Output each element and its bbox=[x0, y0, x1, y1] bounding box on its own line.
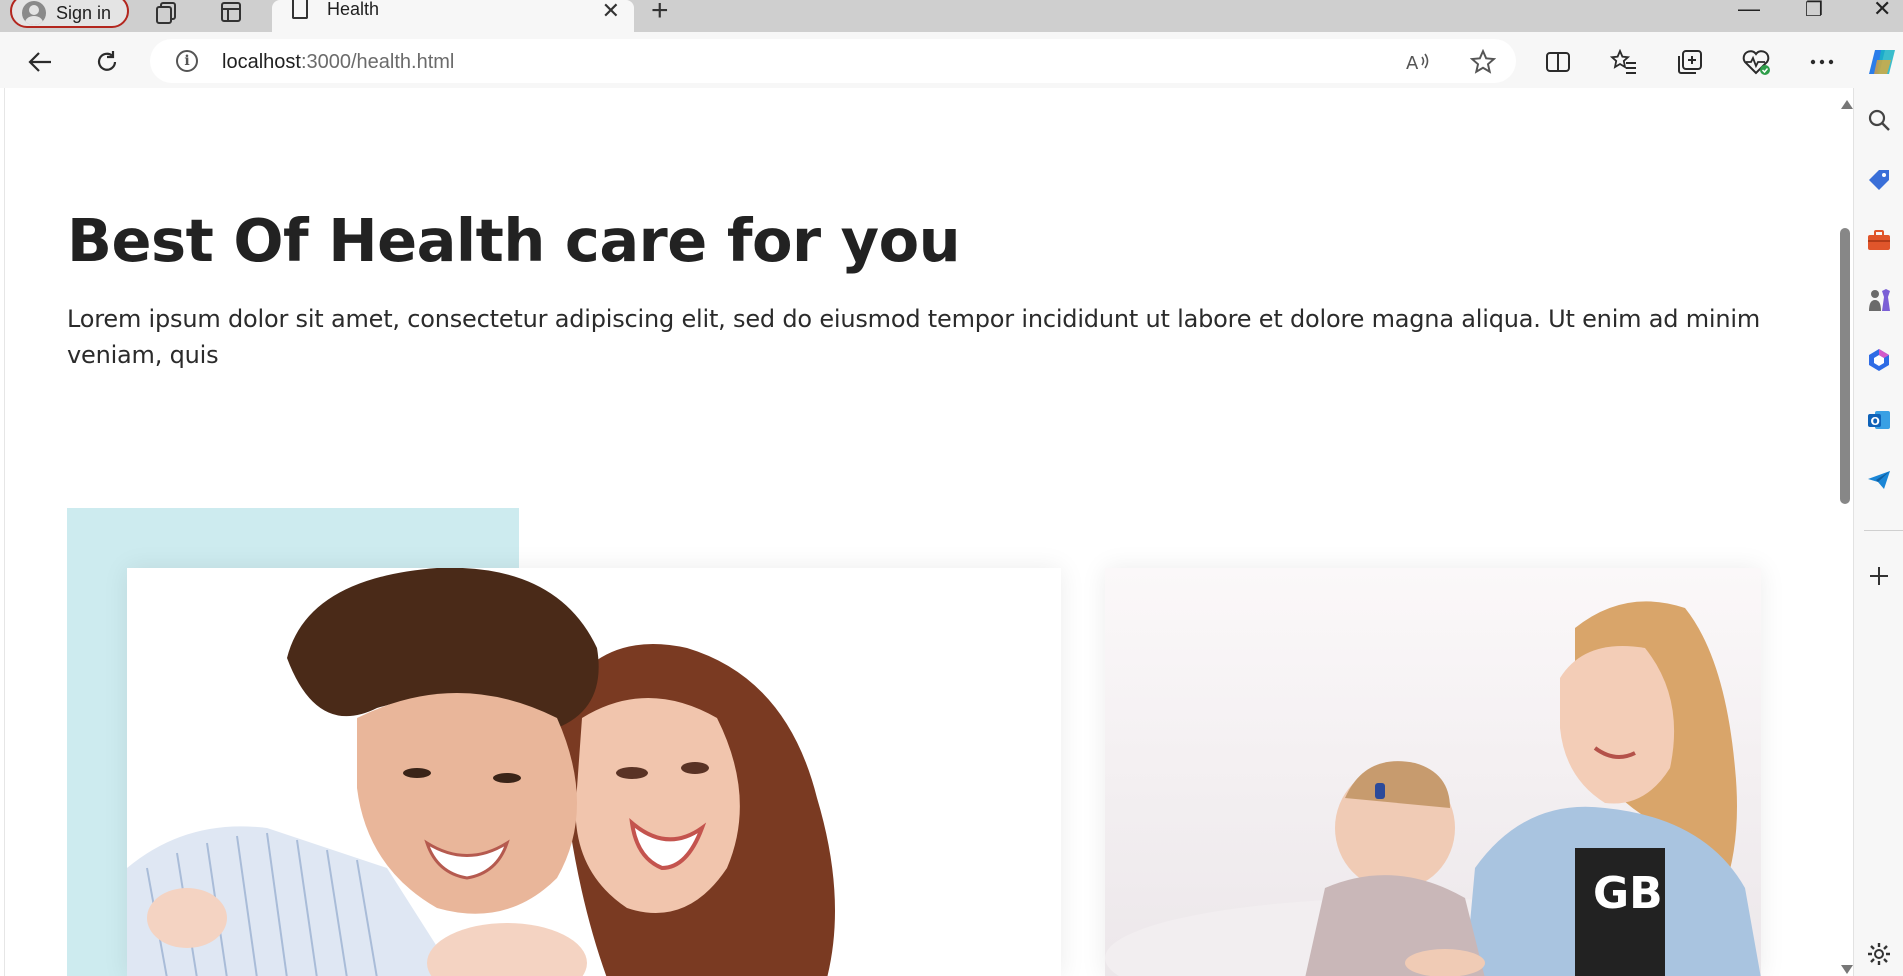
back-arrow-icon[interactable] bbox=[20, 42, 60, 82]
sign-in-label: Sign in bbox=[56, 2, 112, 23]
shopping-tag-icon[interactable] bbox=[1865, 166, 1893, 194]
read-aloud-icon[interactable]: A bbox=[1404, 47, 1434, 77]
tab-strip: Sign in Health ✕ + — ❐ ✕ bbox=[0, 0, 1903, 33]
browser-sidebar: O bbox=[1853, 88, 1903, 976]
add-sidebar-app-icon[interactable] bbox=[1865, 562, 1893, 590]
scroll-thumb[interactable] bbox=[1840, 228, 1850, 504]
settings-gear-icon[interactable] bbox=[1865, 940, 1893, 968]
svg-text:GB: GB bbox=[1593, 868, 1663, 919]
sign-in-button[interactable]: Sign in bbox=[10, 0, 129, 28]
close-window-icon[interactable]: ✕ bbox=[1873, 0, 1891, 22]
site-info-icon[interactable]: i bbox=[176, 50, 198, 72]
scroll-down-arrow-icon[interactable] bbox=[1841, 965, 1853, 974]
copilot-icon[interactable] bbox=[1862, 42, 1902, 82]
page-title: Best Of Health care for you bbox=[67, 206, 961, 275]
page-icon bbox=[292, 0, 308, 19]
microsoft-365-icon[interactable] bbox=[1865, 346, 1893, 374]
star-icon[interactable] bbox=[1468, 47, 1498, 77]
search-icon[interactable] bbox=[1865, 106, 1893, 134]
svg-text:A: A bbox=[1406, 53, 1419, 73]
scroll-up-arrow-icon[interactable] bbox=[1841, 100, 1853, 109]
tab-health[interactable]: Health ✕ bbox=[272, 0, 634, 33]
url-path: :3000/health.html bbox=[300, 51, 455, 73]
more-icon[interactable] bbox=[1802, 42, 1842, 82]
new-tab-icon[interactable]: + bbox=[651, 0, 669, 28]
tab-title: Health bbox=[327, 0, 380, 19]
close-tab-icon[interactable]: ✕ bbox=[602, 0, 620, 24]
tools-icon[interactable] bbox=[1865, 226, 1893, 254]
sidebar-divider bbox=[1864, 530, 1903, 531]
browser-essentials-icon[interactable] bbox=[1736, 42, 1776, 82]
family-couple-photo bbox=[127, 568, 1061, 976]
collections-icon[interactable] bbox=[1670, 42, 1710, 82]
restore-icon[interactable]: ❐ bbox=[1805, 0, 1823, 22]
send-icon[interactable] bbox=[1865, 466, 1893, 494]
outlook-icon[interactable]: O bbox=[1865, 406, 1893, 434]
workspaces-icon[interactable] bbox=[152, 0, 184, 26]
url-text[interactable]: localhost:3000/health.html bbox=[222, 51, 454, 74]
page-scrollbar[interactable] bbox=[1837, 88, 1853, 976]
minimize-icon[interactable]: — bbox=[1738, 0, 1760, 22]
games-icon[interactable] bbox=[1865, 286, 1893, 314]
page-viewport: Best Of Health care for you Lorem ipsum … bbox=[4, 88, 1853, 976]
split-screen-icon[interactable] bbox=[1538, 42, 1578, 82]
svg-text:O: O bbox=[1871, 415, 1880, 428]
mother-baby-photo: GB bbox=[1105, 568, 1761, 976]
profile-avatar-icon bbox=[22, 1, 46, 25]
vertical-tabs-icon[interactable] bbox=[215, 0, 247, 26]
refresh-icon[interactable] bbox=[87, 42, 127, 82]
browser-toolbar: i localhost:3000/health.html A bbox=[0, 32, 1903, 88]
page-description: Lorem ipsum dolor sit amet, consectetur … bbox=[67, 305, 1761, 369]
favorites-icon[interactable] bbox=[1604, 42, 1644, 82]
url-host: localhost bbox=[222, 51, 301, 73]
address-bar[interactable]: i localhost:3000/health.html A bbox=[150, 39, 1516, 83]
